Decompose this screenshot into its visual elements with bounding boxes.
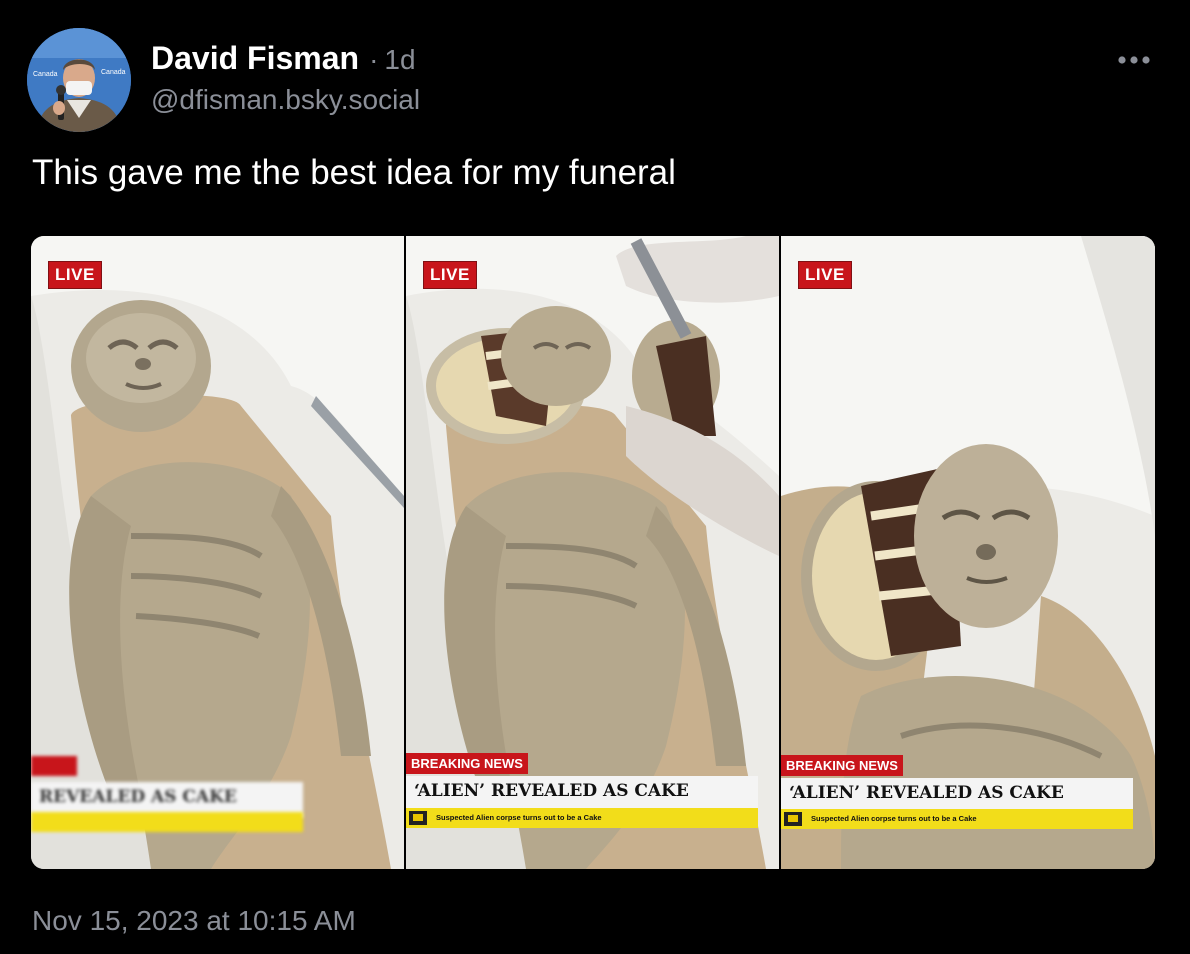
author-row: David Fisman · 1d [151,40,416,77]
more-options-button[interactable] [1112,46,1156,74]
news-ticker [31,812,303,832]
more-horizontal-icon [1118,56,1150,64]
post-image[interactable]: LIVE REVEALED AS CAKE LIVE BREAKING NEWS… [31,236,1155,869]
author-name[interactable]: David Fisman [151,40,359,77]
post-timestamp[interactable]: Nov 15, 2023 at 10:15 AM [32,905,356,937]
news-headline: ‘ALIEN’ REVEALED AS CAKE [406,776,758,808]
post-age[interactable]: 1d [384,44,415,76]
channel-logo-icon [409,811,427,825]
channel-logo-icon [784,812,802,826]
breaking-news-badge: BREAKING NEWS [781,755,903,776]
live-badge: LIVE [799,262,851,288]
author-avatar[interactable]: Canada Canada [27,28,131,132]
avatar-backdrop-text: Canada [33,71,58,78]
news-ticker: Suspected Alien corpse turns out to be a… [781,809,1133,829]
image-panel-1: LIVE REVEALED AS CAKE [31,236,404,869]
news-ticker-text: Suspected Alien corpse turns out to be a… [436,813,602,822]
author-handle[interactable]: @dfisman.bsky.social [151,84,420,116]
live-badge: LIVE [49,262,101,288]
avatar-photo: Canada Canada [27,28,131,132]
post-text: This gave me the best idea for my funera… [32,153,676,192]
breaking-news-badge [31,756,77,776]
image-panel-2: LIVE BREAKING NEWS ‘ALIEN’ REVEALED AS C… [406,236,779,869]
news-ticker-text: Suspected Alien corpse turns out to be a… [811,814,977,823]
alien-cake-photo-1 [31,236,404,869]
avatar-backdrop-text-2: Canada [101,69,126,76]
alien-cake-photo-2 [406,236,779,869]
news-headline: ‘ALIEN’ REVEALED AS CAKE [781,778,1133,810]
separator-dot: · [369,44,379,75]
live-badge: LIVE [424,262,476,288]
image-panel-3: LIVE BREAKING NEWS ‘ALIEN’ REVEALED AS C… [781,236,1155,869]
news-ticker: Suspected Alien corpse turns out to be a… [406,808,758,828]
breaking-news-badge: BREAKING NEWS [406,753,528,774]
